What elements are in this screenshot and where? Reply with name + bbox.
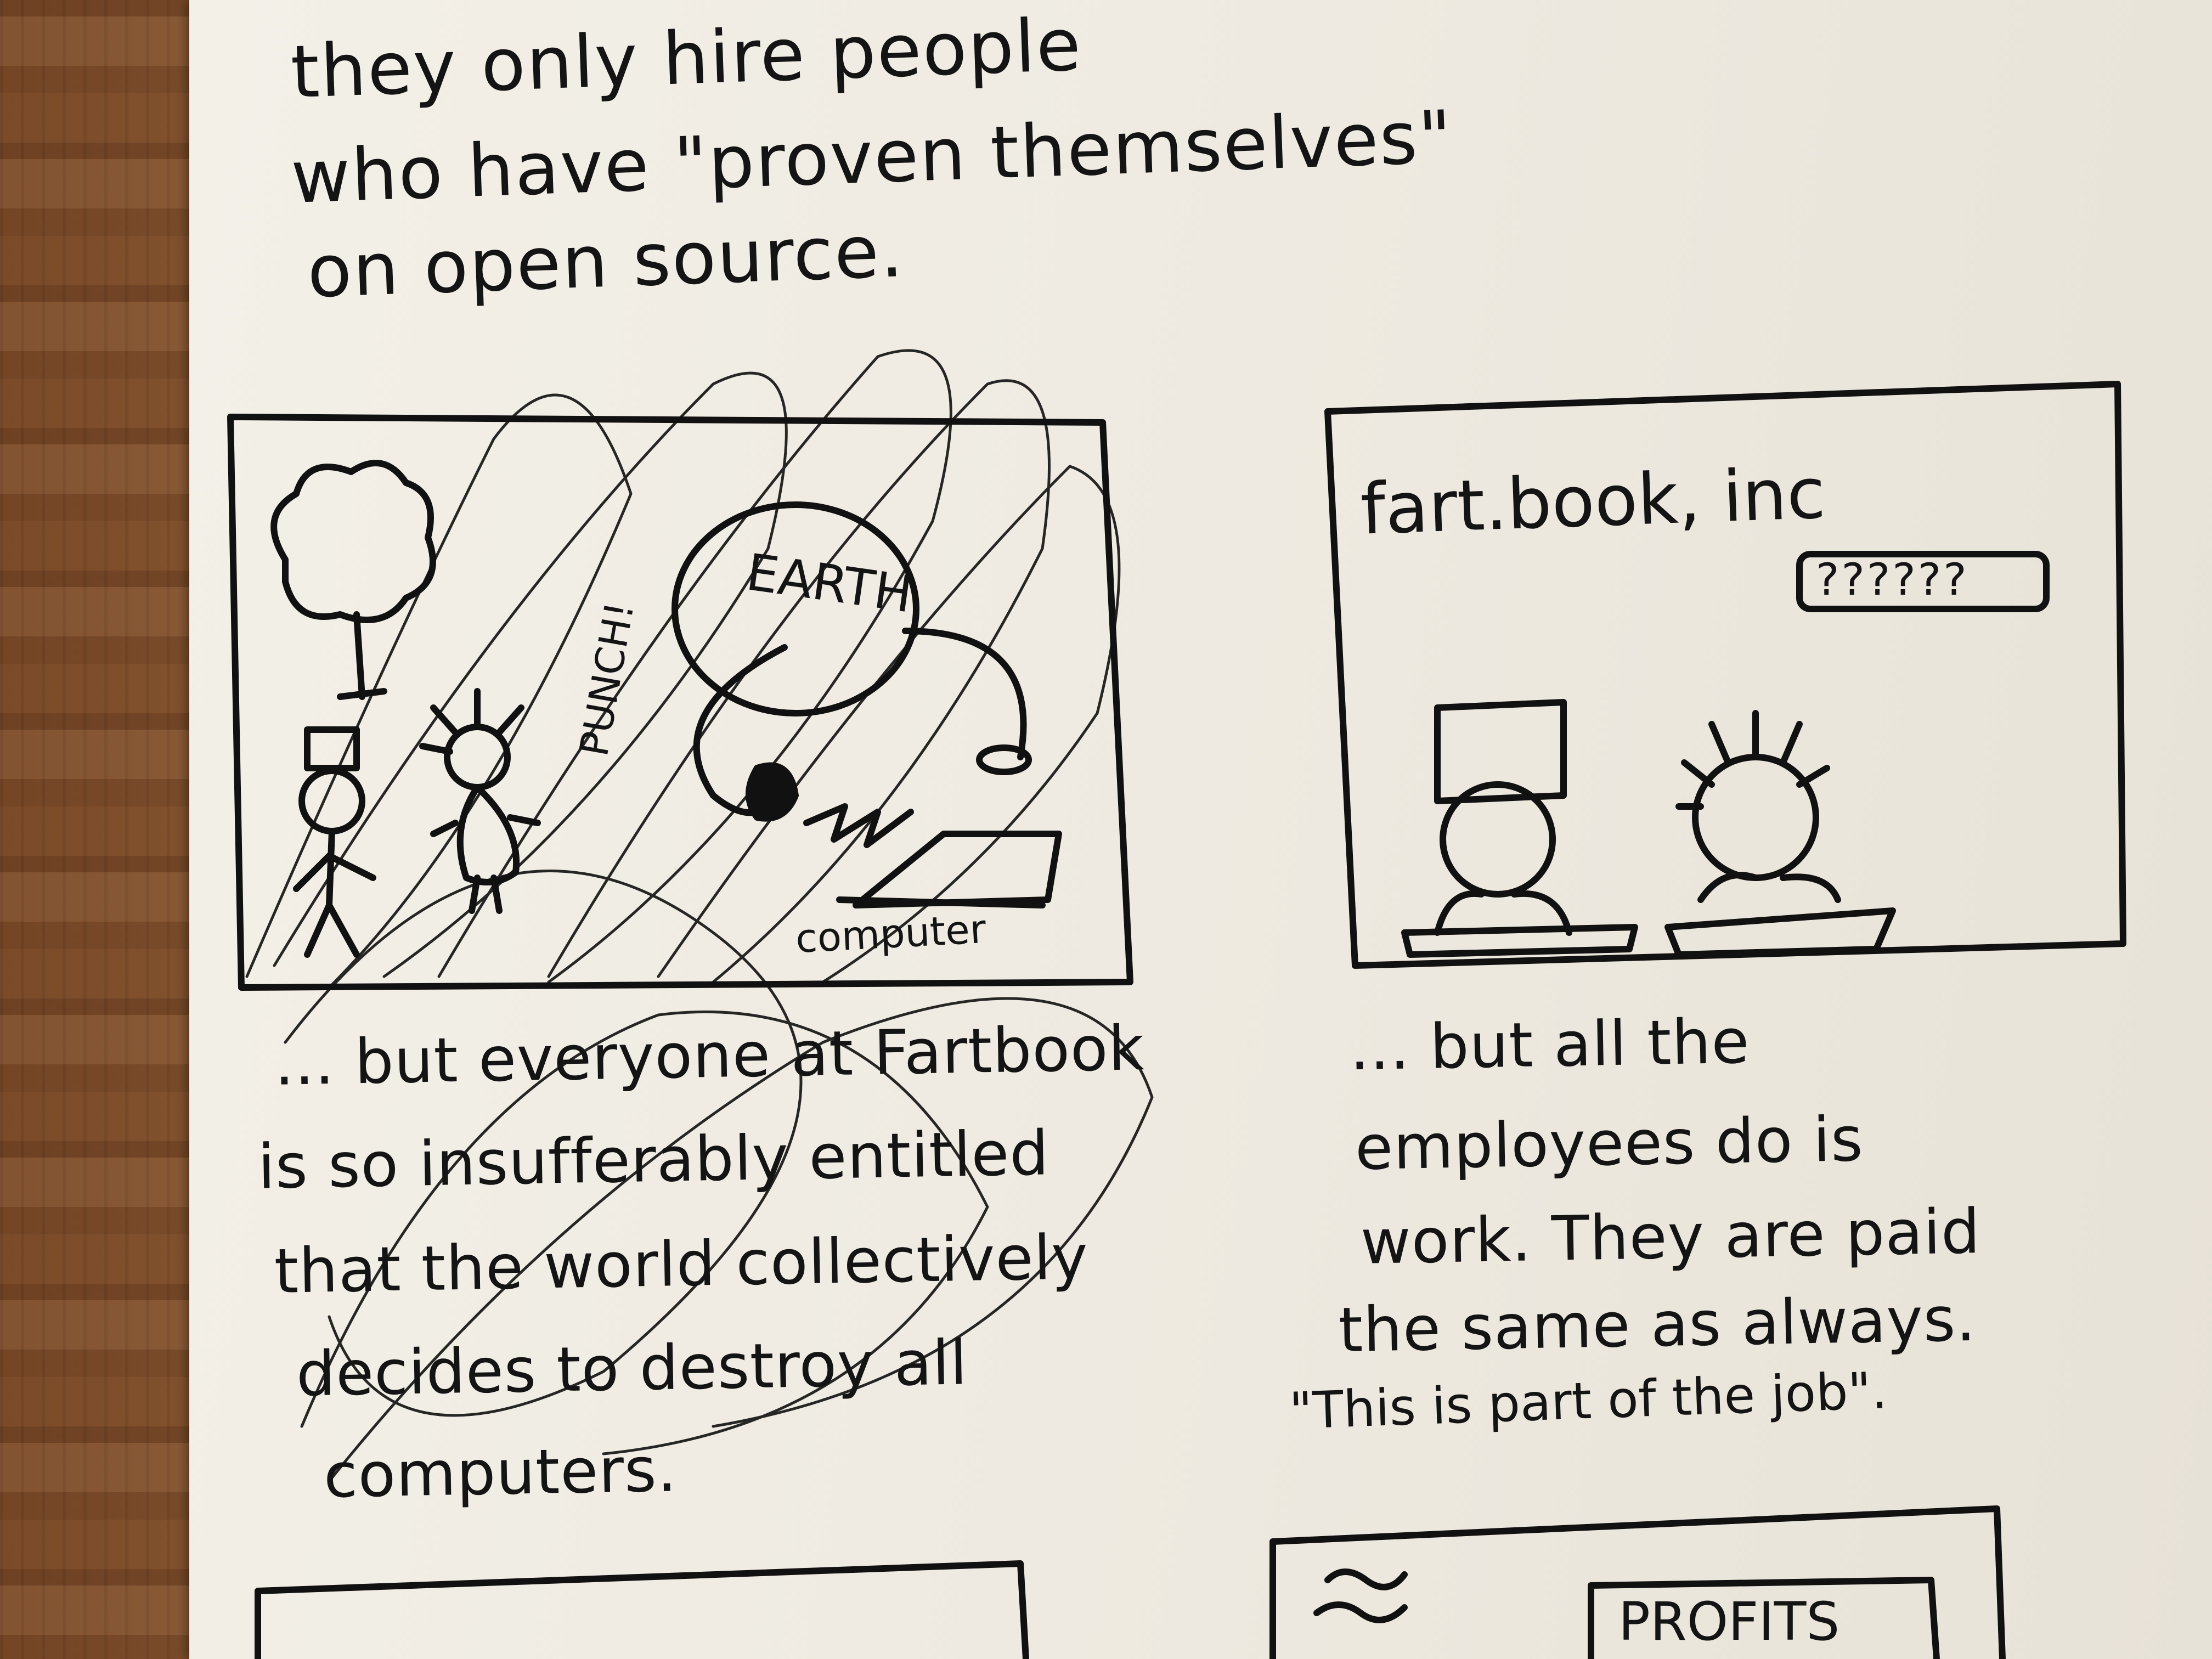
panel2-caption-line-4: the same as always.: [1338, 1283, 1977, 1367]
panel3-frame: [255, 1560, 1029, 1659]
panel1-caption-line-5: computers.: [323, 1434, 678, 1512]
panel1-caption-line-4: decides to destroy all: [295, 1327, 968, 1410]
employee-2-icon: [1692, 754, 1819, 881]
computer-icon: [853, 831, 1062, 909]
fartbook-sign: fart.book, inc: [1359, 453, 1827, 551]
panel1-caption-line-2: is so insufferably entitled: [257, 1118, 1050, 1203]
speech-text: ??????: [1816, 554, 1969, 605]
panel2-caption-line-3: work. They are paid: [1359, 1196, 1982, 1278]
panel1-caption-line-1: ... but everyone at Fartbook: [273, 1013, 1146, 1099]
person-with-hat-icon: [304, 726, 360, 771]
tree-icon: [270, 460, 436, 623]
fist-icon: [746, 762, 799, 822]
squiggle-icon: [1324, 1568, 1408, 1590]
panel1-caption-line-3: that the world collectively: [273, 1222, 1089, 1307]
panel2-caption-line-2: employees do is: [1354, 1103, 1864, 1184]
spiky-person-icon: [444, 724, 511, 791]
profits-label: PROFITS: [1618, 1591, 1840, 1652]
panel2-caption-line-1: ... but all the: [1348, 1006, 1751, 1085]
